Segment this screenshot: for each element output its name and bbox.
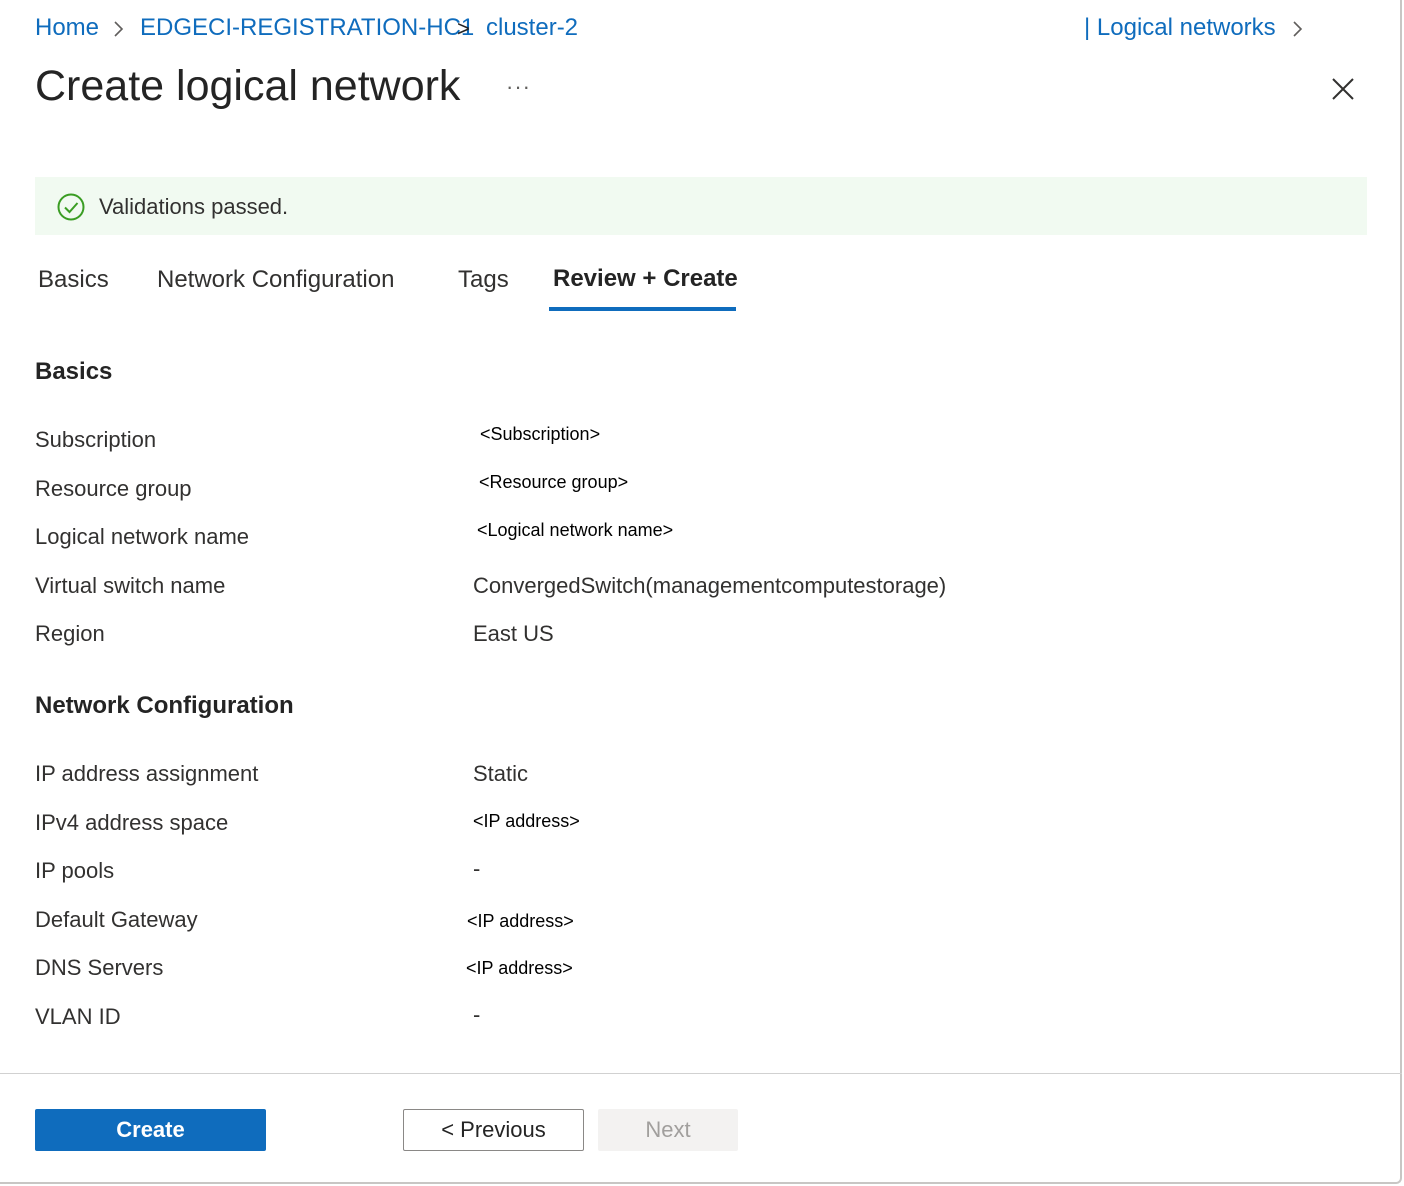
breadcrumb-registration-link[interactable]: EDGECI-REGISTRATION-HC1 xyxy=(140,14,474,42)
row-value: <IP address> xyxy=(467,911,574,931)
row-label: VLAN ID xyxy=(35,1004,121,1029)
tab-tags[interactable]: Tags xyxy=(458,266,509,294)
row-label: Subscription xyxy=(35,427,157,452)
tab-network-configuration[interactable]: Network Configuration xyxy=(157,266,394,294)
row-value: <Subscription> xyxy=(480,424,601,444)
row-value: <Logical network name> xyxy=(477,520,674,540)
chevron-right-icon xyxy=(1291,19,1305,44)
section-heading-network-configuration: Network Configuration xyxy=(35,692,294,719)
row-label: Logical network name xyxy=(35,524,250,549)
row-label: DNS Servers xyxy=(35,955,164,980)
close-button[interactable] xyxy=(1326,72,1360,106)
breadcrumb-home-link[interactable]: Home xyxy=(35,14,99,42)
chevron-right-icon xyxy=(112,19,126,44)
breadcrumb-separator: > xyxy=(457,16,470,41)
section-heading-basics: Basics xyxy=(35,358,113,385)
tab-basics[interactable]: Basics xyxy=(38,266,109,294)
breadcrumb-cluster-link[interactable]: cluster-2 xyxy=(486,14,578,42)
validation-message: Validations passed. xyxy=(99,194,289,219)
row-label: IPv4 address space xyxy=(35,810,229,835)
close-icon xyxy=(1332,78,1354,100)
active-tab-indicator xyxy=(549,307,736,311)
row-value: - xyxy=(473,1002,481,1027)
row-value: Static xyxy=(473,761,529,786)
footer-divider xyxy=(0,1073,1402,1074)
page-title: Create logical network xyxy=(35,62,461,110)
row-label: IP address assignment xyxy=(35,761,259,786)
row-value: - xyxy=(473,856,481,881)
row-value: ConvergedSwitch(managementcomputestorage… xyxy=(473,573,947,598)
row-label: IP pools xyxy=(35,858,115,883)
checkmark-circle-icon xyxy=(57,193,85,221)
more-options-button[interactable]: ··· xyxy=(506,74,531,100)
next-button: Next xyxy=(598,1109,738,1151)
row-value: East US xyxy=(473,621,554,646)
create-button[interactable]: Create xyxy=(35,1109,266,1151)
row-value: <Resource group> xyxy=(479,472,629,492)
row-label: Resource group xyxy=(35,476,192,501)
row-value: <IP address> xyxy=(473,811,580,831)
row-label: Default Gateway xyxy=(35,907,198,932)
row-label: Virtual switch name xyxy=(35,573,226,598)
previous-button[interactable]: < Previous xyxy=(403,1109,584,1151)
tab-review-create[interactable]: Review + Create xyxy=(553,265,738,293)
row-label: Region xyxy=(35,621,105,646)
breadcrumb-logical-networks-link[interactable]: | Logical networks xyxy=(1084,14,1276,42)
row-value: <IP address> xyxy=(466,958,573,978)
